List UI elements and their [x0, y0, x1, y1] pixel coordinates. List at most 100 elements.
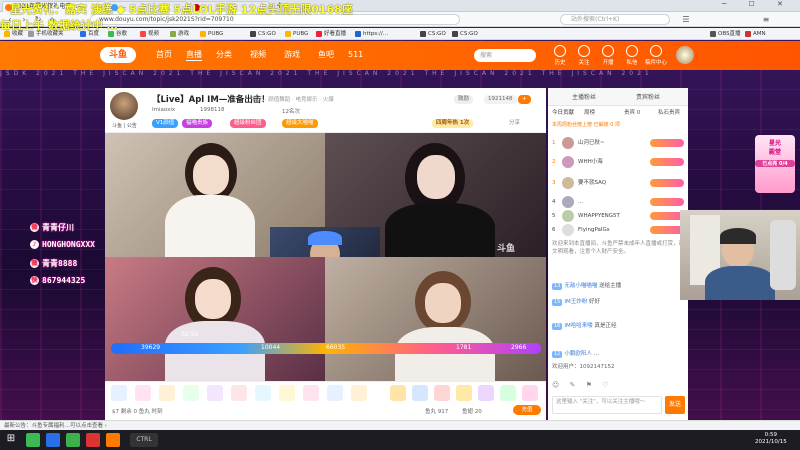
host-label: 斗鱼 | 公告 — [112, 123, 137, 129]
gift-icon[interactable] — [111, 385, 127, 401]
tab-vip-count[interactable]: 贵宾 0 — [624, 108, 640, 116]
hot-event-button[interactable]: 四周年热 1次 — [432, 119, 474, 128]
camera-icon — [602, 45, 614, 57]
bookmark-item[interactable]: CS:GO — [250, 30, 276, 38]
menu-icon[interactable]: ≡ — [760, 14, 772, 25]
tab-week[interactable]: 周榜 — [584, 108, 595, 116]
balance-yuwan: 鱼丸 917 — [425, 409, 449, 415]
nav-511[interactable]: 511 — [348, 50, 363, 60]
bookmark-item[interactable]: OBS直播 — [710, 30, 741, 38]
rank-row[interactable]: 2 WHH小海 — [552, 155, 686, 169]
gift-icon[interactable] — [183, 385, 199, 401]
tab-fans[interactable]: 主播粉丝 — [572, 92, 596, 101]
social-handle: 微青青8888 — [30, 259, 78, 268]
broadcast-button[interactable]: 开播 — [596, 45, 620, 66]
chat-input[interactable]: 这里输入 "关注"，可以关注主播哦～ — [552, 396, 662, 414]
tab-vip[interactable]: 贵宾粉丝 — [636, 92, 660, 101]
messages-button[interactable]: 私信 — [620, 45, 644, 66]
window-controls[interactable]: ─ ☐ ✕ — [722, 0, 793, 8]
taskbar-app-icon[interactable] — [86, 433, 100, 447]
tab-private[interactable]: 私石贵宾 — [658, 108, 680, 116]
nav-yuba[interactable]: 鱼吧 — [318, 50, 334, 60]
bookmark-item[interactable]: PUBG — [200, 30, 223, 38]
gift-icon[interactable] — [456, 385, 472, 401]
pk-timer: 02:55 — [181, 331, 199, 338]
follow-button[interactable]: 关注 — [572, 45, 596, 66]
nav-category[interactable]: 分类 — [216, 50, 232, 60]
bookmark-item[interactable]: CS:GO — [420, 30, 446, 38]
user-avatar[interactable] — [676, 46, 694, 64]
gift-icon[interactable] — [478, 385, 494, 401]
rank-row[interactable]: 5 WHAPPYENG5T — [552, 209, 686, 223]
tab-today[interactable]: 今日贡献 — [552, 108, 574, 116]
site-search-input[interactable]: 搜索 — [474, 49, 536, 62]
social-handle: 快 867944325 — [30, 276, 86, 285]
gift-icon[interactable] — [522, 385, 538, 401]
follow-room-button[interactable]: + — [518, 95, 531, 104]
gift-icon[interactable] — [434, 385, 450, 401]
decorative-banner-text: JSDK 2021 THE JISCAN 2021 THE JISCAN 202… — [0, 70, 653, 77]
gift-icon[interactable] — [351, 385, 367, 401]
recharge-button[interactable]: 充值 — [513, 405, 541, 415]
gift-icon[interactable] — [390, 385, 406, 401]
nav-home[interactable]: 首页 — [156, 50, 172, 60]
send-button[interactable]: 发送 — [665, 396, 685, 414]
promo-badge[interactable]: 星光 殿堂 已点亮 0/4 — [755, 135, 795, 193]
video-player[interactable]: 39629 10044 66035 1781 2966 02:55 斗鱼 — [105, 133, 546, 381]
taskbar-app-icon[interactable] — [66, 433, 80, 447]
douyin-icon: ♪ — [30, 240, 39, 249]
browser-search-input[interactable]: 站外搜索(Ctrl+K) — [560, 14, 670, 25]
room-category: 娱乐 · 颜值舞蹈 · 电竞娱乐 · 火爆 — [252, 97, 334, 103]
gift-icon[interactable] — [279, 385, 295, 401]
gift-icon[interactable] — [159, 385, 175, 401]
bookmark-item[interactable]: 好看直播 — [316, 30, 346, 38]
chat-message: 15 IM王炸粉 好好 — [552, 299, 601, 306]
social-handle: ♪ HONGHONGXXX — [30, 240, 95, 249]
nav-live[interactable]: 直播 — [186, 50, 202, 61]
bookmark-item[interactable]: 视频 — [140, 30, 159, 38]
rank-row[interactable]: 3 要不就SAQ — [552, 176, 686, 190]
taskbar-app-icon[interactable]: CTRL — [130, 433, 158, 447]
rank-row[interactable]: 4… — [552, 195, 686, 209]
tag-badge: 超级大喵喵 — [282, 119, 318, 128]
chat-toolbar[interactable]: ☺ ✎ ⚑ ♡ — [552, 381, 686, 393]
gift-icon[interactable] — [303, 385, 319, 401]
bookmark-item[interactable]: AMN — [745, 30, 766, 38]
tag-badge: 超级粉丝团 — [230, 119, 266, 128]
room-rank: 12名次 — [282, 109, 300, 115]
taskbar-app-icon[interactable] — [26, 433, 40, 447]
gift-icon[interactable] — [327, 385, 343, 401]
extensions-icon[interactable]: ☰ — [680, 14, 692, 25]
gift-icon[interactable] — [500, 385, 516, 401]
kuaishou-icon: 快 — [30, 276, 39, 285]
balance-yuchi: 鱼翅 20 — [462, 409, 482, 415]
host-name[interactable]: Imiaoxix — [152, 107, 175, 113]
share-button[interactable]: 分享 — [505, 119, 525, 128]
nav-game[interactable]: 游戏 — [284, 50, 300, 60]
bookmark-item[interactable]: https://… — [355, 30, 388, 38]
stream-overlay-ticker: 星光贺礼：嘉宾 演练 ◆ 5点比赛 5点LOL手游 12点头顶无限0168座 — [10, 3, 353, 16]
history-button[interactable]: 历史 — [548, 45, 572, 66]
start-icon[interactable]: ⊞ — [4, 433, 18, 447]
taskbar-app-icon[interactable] — [106, 433, 120, 447]
gift-icon[interactable] — [207, 385, 223, 401]
gift-icon[interactable] — [255, 385, 271, 401]
rank-row[interactable]: 6 FlyingPaIGs — [552, 223, 686, 237]
encourage-button[interactable]: 鼓励 — [454, 95, 474, 104]
gift-icon[interactable] — [231, 385, 247, 401]
host-avatar[interactable] — [110, 92, 138, 120]
watermark-logo: 斗鱼 — [497, 244, 516, 254]
taskbar-app-icon[interactable] — [46, 433, 60, 447]
bookmark-item[interactable]: CS:GO — [452, 30, 478, 38]
chat-message: 16 IM哈哈来喽 真是正经 — [552, 323, 617, 330]
notifications-button[interactable]: 稿件中心 — [644, 45, 668, 66]
gift-icon[interactable] — [412, 385, 428, 401]
gift-icon[interactable] — [135, 385, 151, 401]
rank-row[interactable]: 1 山河已秋~ — [552, 136, 686, 150]
nav-video[interactable]: 视频 — [250, 50, 266, 60]
site-logo[interactable]: 斗鱼 — [100, 47, 136, 63]
system-clock: 0:59 2021/10/15 — [755, 432, 787, 445]
bookmark-item[interactable]: PUBG — [285, 30, 308, 38]
bookmark-item[interactable]: 游戏 — [170, 30, 189, 38]
clock-icon — [554, 45, 566, 57]
